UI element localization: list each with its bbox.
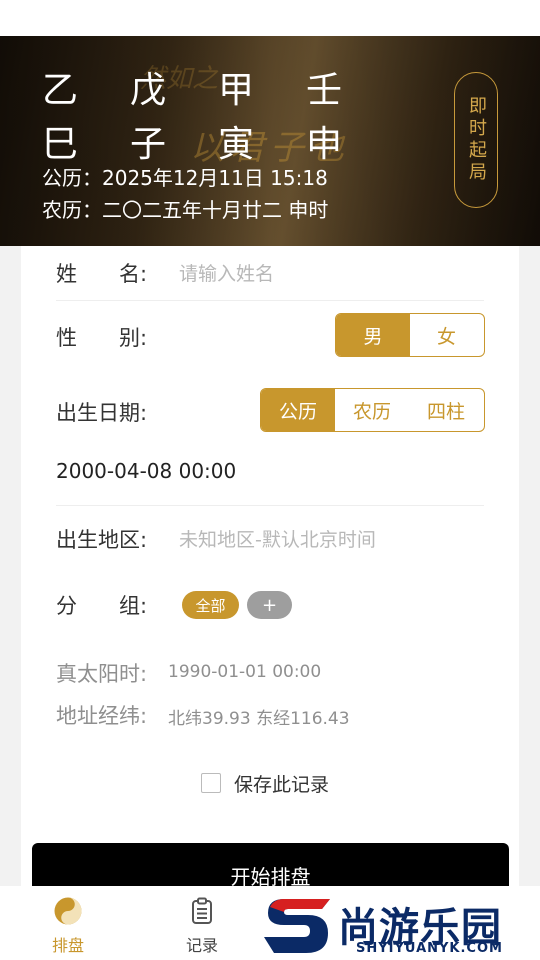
calendar-lunar-option[interactable]: 农历 xyxy=(335,389,409,431)
save-record-checkbox[interactable] xyxy=(201,773,221,793)
true-solar-time-label: 真太阳时: xyxy=(56,662,148,686)
pillar-stem: 壬 xyxy=(306,70,343,111)
gender-segmented-control: 男 女 xyxy=(335,313,485,357)
birth-date-label: 出生日期: xyxy=(56,401,148,425)
name-label: 姓 名: xyxy=(56,262,148,286)
birth-place-input[interactable]: 未知地区-默认北京时间 xyxy=(179,525,479,553)
save-record-label[interactable]: 保存此记录 xyxy=(234,770,329,797)
site-watermark: 尚游乐园 SHYIYUANYK.COM xyxy=(258,893,540,960)
pillar-branch: 巳 xyxy=(42,124,79,165)
birth-date-divider xyxy=(56,505,484,506)
pillar-branch: 申 xyxy=(306,124,343,165)
pillars-branches-row: 巳 子 寅 申 xyxy=(42,114,394,168)
four-pillars: 乙 戊 甲 壬 巳 子 寅 申 xyxy=(42,60,394,168)
group-add-button[interactable]: + xyxy=(247,591,292,619)
calendar-solar-option[interactable]: 公历 xyxy=(261,389,335,431)
yin-yang-icon xyxy=(53,896,83,930)
gender-female-option[interactable]: 女 xyxy=(410,314,483,356)
group-label: 分 组: xyxy=(56,594,148,618)
pillar-stem: 乙 xyxy=(42,70,79,111)
name-input[interactable]: 请输入姓名 xyxy=(179,259,479,287)
pillar-stem: 甲 xyxy=(218,70,255,111)
tab-paipan[interactable]: 排盘 xyxy=(28,886,108,960)
name-divider xyxy=(56,300,484,301)
solar-date: 公历：2025年12月11日 15:18 xyxy=(42,166,328,190)
gender-male-option[interactable]: 男 xyxy=(336,314,410,356)
pillar-stem: 戊 xyxy=(130,70,167,111)
coordinates-label: 地址经纬: xyxy=(56,704,148,728)
start-now-button[interactable]: 即时起局 xyxy=(454,72,498,208)
gender-label: 性 别: xyxy=(56,326,148,350)
clipboard-icon xyxy=(187,896,217,930)
calendar-type-control: 公历 农历 四柱 xyxy=(260,388,485,432)
tab-paipan-label: 排盘 xyxy=(51,936,84,955)
calendar-pillars-option[interactable]: 四柱 xyxy=(409,389,483,431)
true-solar-time-value: 1990-01-01 00:00 xyxy=(168,662,322,682)
pillar-branch: 寅 xyxy=(218,124,255,165)
watermark-logo-icon xyxy=(264,899,330,953)
header-banner: 然如之 以君子也 乙 戊 甲 壬 巳 子 寅 申 公历：2025年12月11日 … xyxy=(0,36,540,246)
pillars-stems-row: 乙 戊 甲 壬 xyxy=(42,60,394,114)
group-all-chip[interactable]: 全部 xyxy=(182,591,239,619)
watermark-subtext: SHYIYUANYK.COM xyxy=(356,941,503,956)
tab-records-label: 记录 xyxy=(185,936,218,955)
birth-place-label: 出生地区: xyxy=(56,528,148,552)
pillar-branch: 子 xyxy=(130,124,167,165)
status-bar xyxy=(0,0,540,36)
lunar-date: 农历：二〇二五年十月廿二 申时 xyxy=(42,198,329,222)
coordinates-value: 北纬39.93 东经116.43 xyxy=(168,709,350,729)
birth-datetime-field[interactable]: 2000-04-08 00:00 xyxy=(56,459,236,483)
tab-records[interactable]: 记录 xyxy=(162,886,242,960)
